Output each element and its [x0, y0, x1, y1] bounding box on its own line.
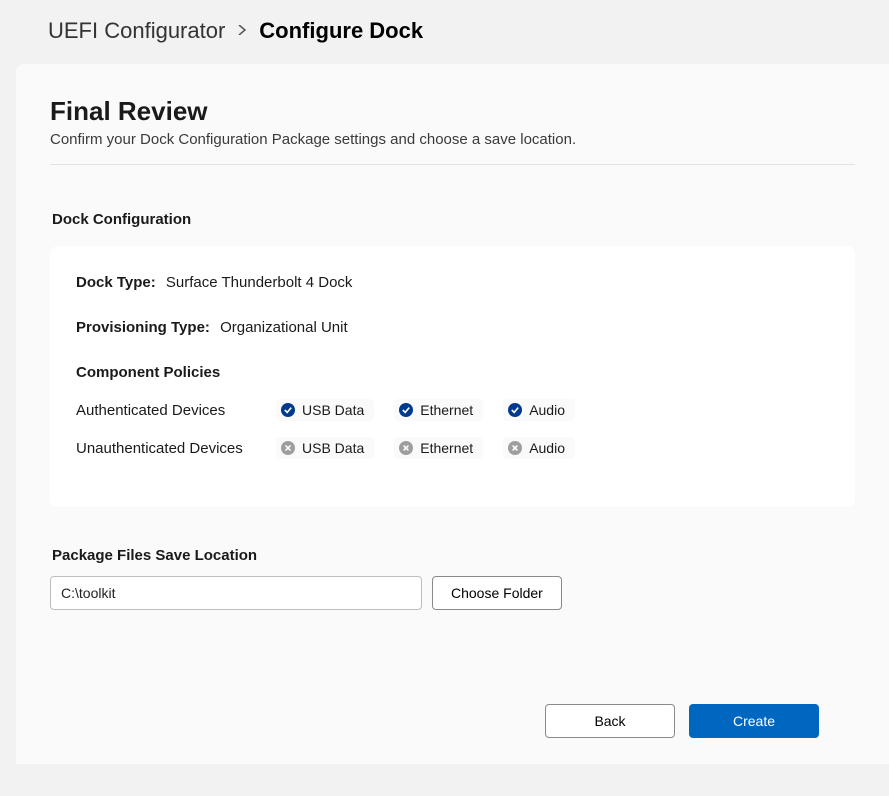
policy-badge-label: Audio — [529, 440, 565, 456]
choose-folder-button[interactable]: Choose Folder — [432, 576, 562, 610]
policy-badge-label: Ethernet — [420, 440, 473, 456]
policy-row-label: Authenticated Devices — [76, 402, 256, 419]
save-location-title: Package Files Save Location — [52, 547, 855, 564]
chevron-right-icon — [237, 22, 247, 40]
save-path-input[interactable] — [50, 576, 422, 610]
breadcrumb-current: Configure Dock — [259, 18, 423, 44]
create-button[interactable]: Create — [689, 704, 819, 738]
policy-badge-label: Ethernet — [420, 402, 473, 418]
component-policies-title: Component Policies — [76, 364, 829, 381]
policy-row: Unauthenticated Devices USB Data Ethernet A… — [76, 437, 829, 459]
dock-config-card: Dock Type: Surface Thunderbolt 4 Dock Pr… — [50, 246, 855, 507]
policy-badge-label: USB Data — [302, 402, 364, 418]
x-icon — [399, 441, 413, 455]
policy-row-label: Unauthenticated Devices — [76, 440, 256, 457]
page-title: Final Review — [50, 96, 855, 127]
policy-row: Authenticated Devices USB Data Ethernet Aud… — [76, 399, 829, 421]
breadcrumb-root[interactable]: UEFI Configurator — [48, 18, 225, 44]
dock-config-title: Dock Configuration — [52, 211, 855, 228]
check-icon — [508, 403, 522, 417]
breadcrumb: UEFI Configurator Configure Dock — [0, 0, 889, 64]
policy-badge: USB Data — [276, 399, 374, 421]
dock-type-value: Surface Thunderbolt 4 Dock — [166, 274, 353, 291]
footer-actions: Back Create — [545, 704, 819, 738]
page-subtitle: Confirm your Dock Configuration Package … — [50, 131, 855, 148]
save-location-row: Choose Folder — [50, 576, 855, 610]
dock-type-row: Dock Type: Surface Thunderbolt 4 Dock — [76, 274, 829, 291]
check-icon — [281, 403, 295, 417]
provisioning-type-value: Organizational Unit — [220, 319, 348, 336]
policy-badge: Audio — [503, 437, 575, 459]
check-icon — [399, 403, 413, 417]
policy-badge: Audio — [503, 399, 575, 421]
policy-badge: Ethernet — [394, 399, 483, 421]
provisioning-type-label: Provisioning Type: — [76, 319, 210, 336]
main-panel: Final Review Confirm your Dock Configura… — [16, 64, 889, 764]
policy-badge: Ethernet — [394, 437, 483, 459]
dock-type-label: Dock Type: — [76, 274, 156, 291]
policy-badge-label: USB Data — [302, 440, 364, 456]
policy-badge-label: Audio — [529, 402, 565, 418]
back-button[interactable]: Back — [545, 704, 675, 738]
x-icon — [281, 441, 295, 455]
policy-badge: USB Data — [276, 437, 374, 459]
provisioning-type-row: Provisioning Type: Organizational Unit — [76, 319, 829, 336]
divider — [50, 164, 855, 165]
x-icon — [508, 441, 522, 455]
